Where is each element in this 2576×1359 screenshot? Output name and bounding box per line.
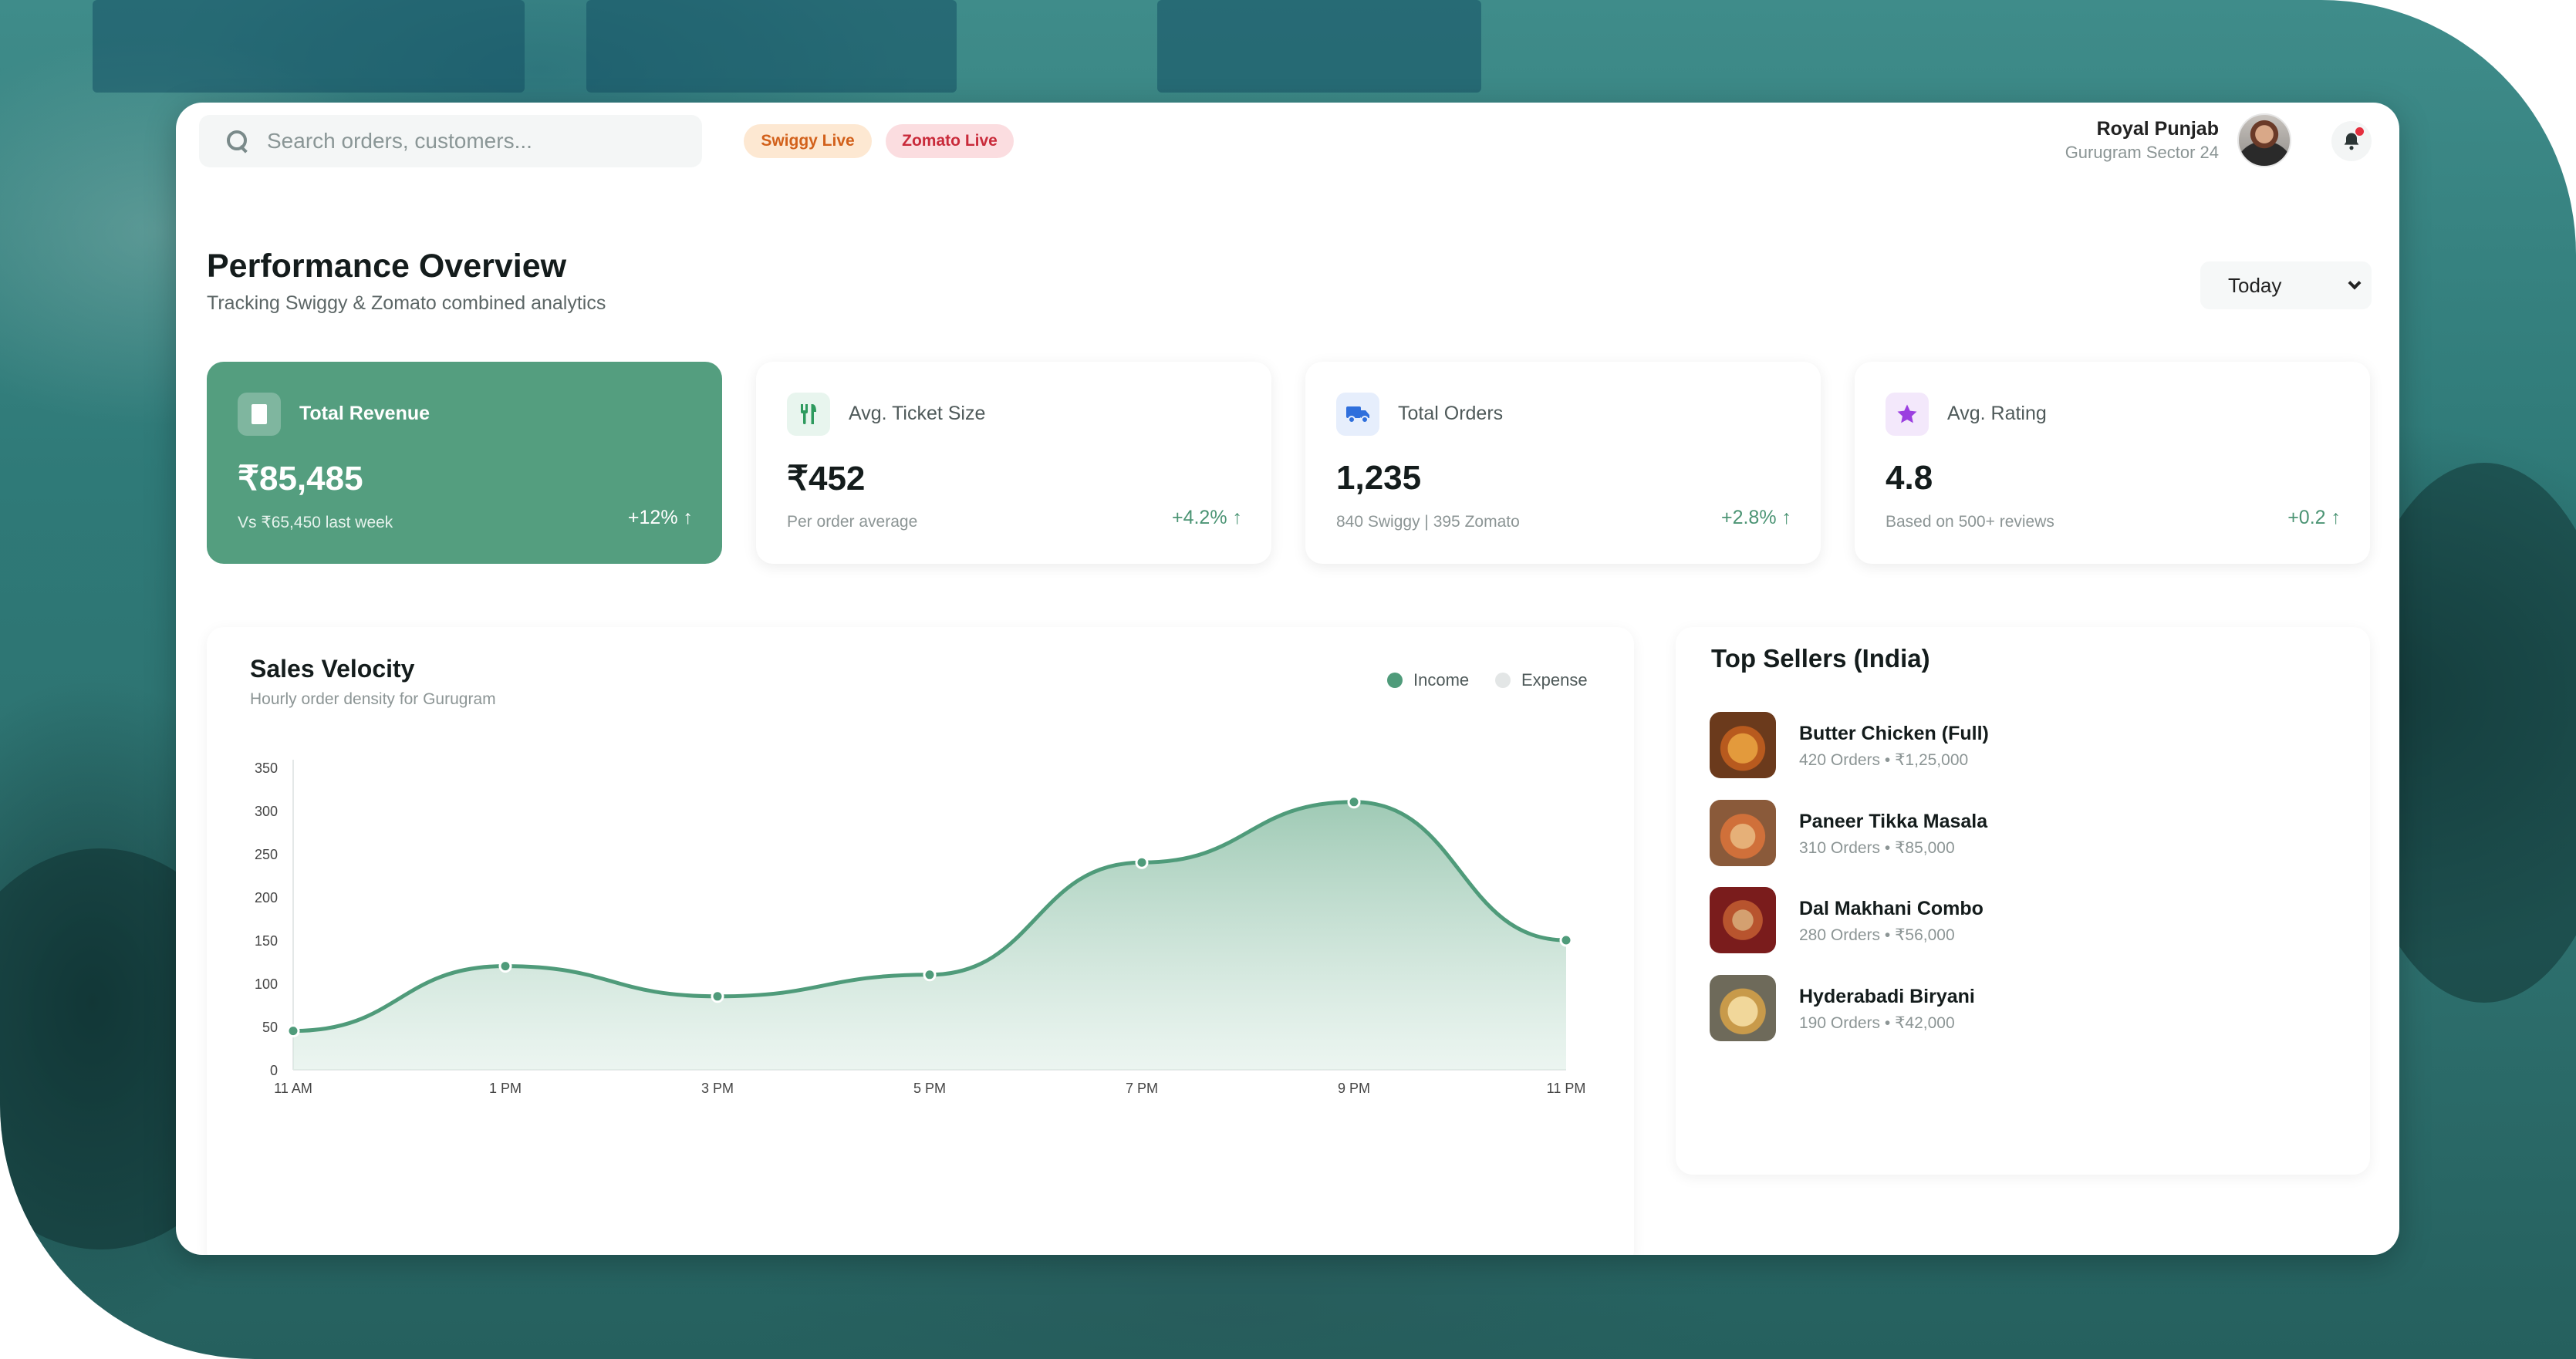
seller-item[interactable]: Butter Chicken (Full) 420 Orders • ₹1,25… — [1710, 712, 2327, 781]
y-tick-label: 350 — [255, 760, 278, 776]
x-tick-label: 5 PM — [913, 1081, 946, 1096]
food-thumbnail — [1710, 887, 1776, 953]
seller-name: Dal Makhani Combo — [1799, 898, 1983, 919]
income-point — [498, 959, 512, 973]
dashboard-window: Swiggy Live Zomato Live Royal Punjab Gur… — [176, 103, 2399, 1255]
seller-meta: 280 Orders • ₹56,000 — [1799, 926, 1955, 944]
background-shop-sign — [586, 0, 957, 93]
seller-name: Hyderabadi Biryani — [1799, 986, 1975, 1007]
income-point — [923, 968, 937, 982]
y-tick-label: 50 — [262, 1020, 278, 1035]
x-tick-label: 11 PM — [1547, 1081, 1586, 1096]
seller-meta: 420 Orders • ₹1,25,000 — [1799, 751, 1969, 769]
income-point — [1559, 933, 1573, 947]
background-shop-sign — [93, 0, 525, 93]
x-tick-label: 9 PM — [1338, 1081, 1370, 1096]
food-thumbnail — [1710, 712, 1776, 778]
seller-item[interactable]: Dal Makhani Combo 280 Orders • ₹56,000 — [1710, 887, 2327, 956]
x-tick-label: 7 PM — [1126, 1081, 1158, 1096]
seller-meta: 190 Orders • ₹42,000 — [1799, 1014, 1955, 1032]
y-tick-label: 200 — [255, 890, 278, 905]
income-point — [1347, 795, 1361, 809]
income-point — [286, 1024, 300, 1038]
seller-meta: 310 Orders • ₹85,000 — [1799, 839, 1955, 857]
food-thumbnail — [1710, 800, 1776, 866]
y-tick-label: 250 — [255, 847, 278, 862]
income-point — [711, 990, 724, 1003]
x-tick-label: 3 PM — [701, 1081, 734, 1096]
y-tick-label: 300 — [255, 804, 278, 819]
seller-item[interactable]: Hyderabadi Biryani 190 Orders • ₹42,000 — [1710, 975, 2327, 1044]
y-tick-label: 100 — [255, 976, 278, 992]
seller-name: Paneer Tikka Masala — [1799, 811, 1988, 832]
background-shop-sign — [1157, 0, 1481, 93]
seller-name: Butter Chicken (Full) — [1799, 723, 1989, 744]
food-thumbnail — [1710, 975, 1776, 1041]
seller-item[interactable]: Paneer Tikka Masala 310 Orders • ₹85,000 — [1710, 800, 2327, 869]
x-tick-label: 1 PM — [489, 1081, 522, 1096]
income-area — [293, 801, 1566, 1070]
y-tick-label: 150 — [255, 933, 278, 949]
income-point — [1135, 855, 1149, 869]
y-tick-label: 0 — [270, 1063, 278, 1078]
top-sellers-title: Top Sellers (India) — [1711, 644, 1930, 673]
x-tick-label: 11 AM — [274, 1081, 312, 1096]
